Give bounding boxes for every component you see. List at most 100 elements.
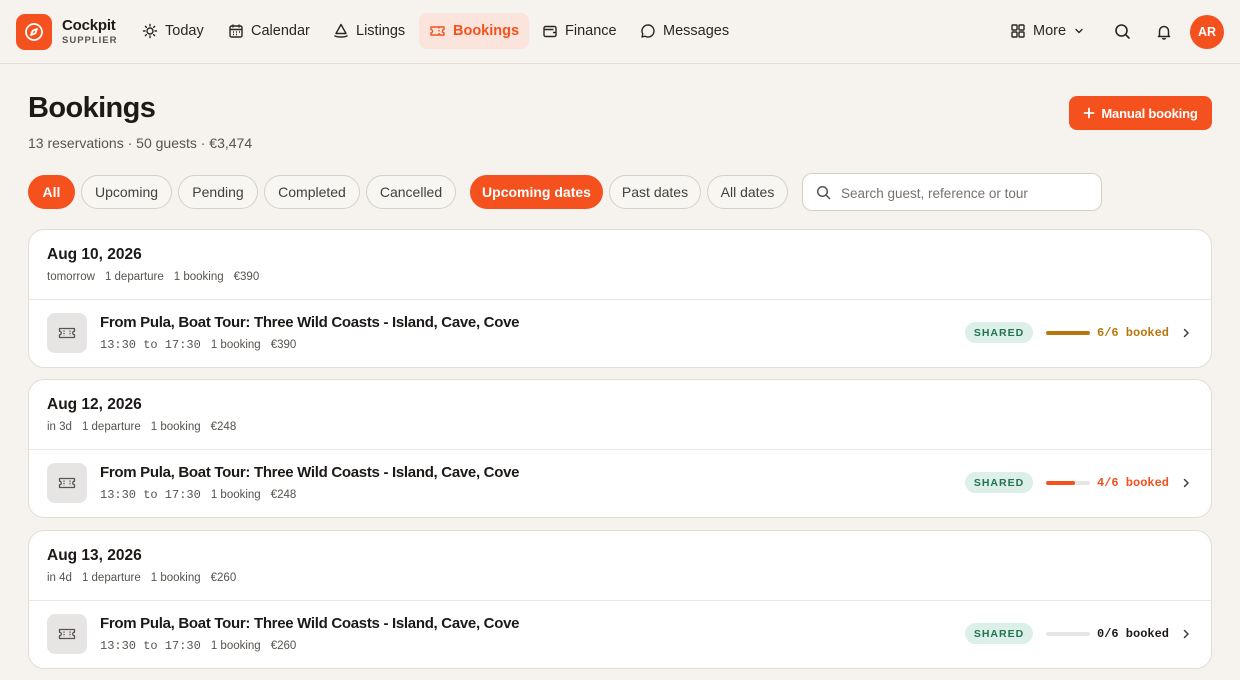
filter-dates-all[interactable]: All dates [707,175,788,209]
sailboat-icon [334,23,348,38]
group-total: €390 [233,271,260,283]
group-departures: 1 departure [81,572,141,584]
ticket-icon [430,26,445,36]
brand-subtitle: SUPPLIER [62,35,118,46]
nav-item-label: Bookings [453,23,520,39]
nav-item-calendar[interactable]: Calendar [218,13,320,49]
filter-status-all[interactable]: All [28,175,75,209]
search-field [802,173,1102,211]
nav-item-bookings[interactable]: Bookings [419,13,530,49]
page-title: Bookings [28,92,156,124]
brand-name: Cockpit [62,17,116,34]
filter-status-upcoming[interactable]: Upcoming [81,175,172,209]
compass-logo-icon[interactable] [16,14,52,50]
booked-count: 6/6 booked [1097,326,1170,340]
departure-row[interactable]: From Pula, Boat Tour: Three Wild Coasts … [29,601,1211,667]
nav-item-label: Calendar [251,23,310,39]
capacity-bar-fill [1046,331,1090,335]
bookings-summary: 13 reservations · 50 guests · €3,474 [28,135,253,151]
departure-row[interactable]: From Pula, Boat Tour: Three Wild Coasts … [29,450,1211,516]
group-date: Aug 12, 2026 [47,396,142,413]
group-date: Aug 10, 2026 [47,246,142,263]
ticket-icon [47,614,87,654]
chevron-right-icon[interactable] [1178,475,1194,491]
group-departures: 1 departure [104,271,164,283]
shared-badge: SHARED [965,472,1033,493]
grid-icon [1011,24,1025,38]
nav-item-today[interactable]: Today [132,13,214,49]
nav-item-finance[interactable]: Finance [532,13,627,49]
capacity-bar [1046,331,1090,335]
tour-time: 13:30 to 17:30 [100,338,201,352]
filter-status-cancelled[interactable]: Cancelled [366,175,456,209]
tour-amount: €248 [270,489,297,501]
capacity-bar-fill [1046,481,1076,485]
tour-meta: 13:30 to 17:30 1 booking €260 [100,639,296,653]
search-icon[interactable] [1111,20,1133,42]
group-meta: in 4d 1 departure 1 booking €260 [47,572,236,584]
group-relative: in 3d [47,421,72,433]
avatar[interactable]: AR [1190,15,1224,49]
group-total: €260 [210,572,237,584]
chevron-right-icon[interactable] [1178,626,1194,642]
tour-title: From Pula, Boat Tour: Three Wild Coasts … [100,314,520,331]
tour-bookings: 1 booking [210,339,261,351]
tour-title: From Pula, Boat Tour: Three Wild Coasts … [100,464,520,481]
group-total: €248 [210,421,237,433]
search-input[interactable] [841,182,1091,204]
filter-status-pending[interactable]: Pending [178,175,258,209]
sun-icon [142,23,158,39]
nav-item-label: Messages [663,23,730,39]
filter-dates-past[interactable]: Past dates [609,175,701,209]
search-icon [816,185,831,200]
date-group: Aug 10, 2026 tomorrow 1 departure 1 book… [28,229,1212,368]
tour-title: From Pula, Boat Tour: Three Wild Coasts … [100,615,520,632]
date-group-header: Aug 13, 2026 in 4d 1 departure 1 booking… [29,531,1211,601]
group-meta: tomorrow 1 departure 1 booking €390 [47,271,259,283]
date-group-header: Aug 12, 2026 in 3d 1 departure 1 booking… [29,380,1211,450]
tour-time: 13:30 to 17:30 [100,639,201,653]
group-bookings: 1 booking [150,421,201,433]
chevron-down-icon [1075,28,1083,34]
more-menu-button[interactable]: More [1000,13,1095,49]
booked-count: 4/6 booked [1097,476,1170,490]
nav-item-label: Today [165,23,204,39]
group-meta: in 3d 1 departure 1 booking €248 [47,421,236,433]
capacity-bar [1046,632,1090,636]
group-bookings: 1 booking [173,271,224,283]
filter-dates-upcoming[interactable]: Upcoming dates [470,175,603,209]
filter-status-completed[interactable]: Completed [264,175,360,209]
date-group-header: Aug 10, 2026 tomorrow 1 departure 1 book… [29,230,1211,300]
date-group: Aug 13, 2026 in 4d 1 departure 1 booking… [28,530,1212,669]
manual-booking-button[interactable]: Manual booking [1069,96,1212,130]
nav-item-listings[interactable]: Listings [323,13,415,49]
group-relative: in 4d [47,572,72,584]
capacity-bar [1046,481,1090,485]
group-date: Aug 13, 2026 [47,547,142,564]
nav-item-label: Finance [565,23,617,39]
bell-icon[interactable] [1153,20,1175,42]
nav-item-messages[interactable]: Messages [630,13,739,49]
plus-icon [1084,107,1095,119]
wallet-icon [543,25,557,38]
shared-badge: SHARED [965,623,1033,644]
ticket-icon [47,463,87,503]
tour-bookings: 1 booking [210,489,261,501]
tour-bookings: 1 booking [210,640,261,652]
tour-meta: 13:30 to 17:30 1 booking €248 [100,488,296,502]
tour-amount: €260 [270,640,297,652]
top-navigation: Cockpit SUPPLIER Today Calendar Listings… [0,0,1240,64]
manual-booking-label: Manual booking [1101,105,1198,121]
calendar-icon [229,24,243,38]
tour-time: 13:30 to 17:30 [100,488,201,502]
group-departures: 1 departure [81,421,141,433]
shared-badge: SHARED [965,322,1033,343]
date-group: Aug 12, 2026 in 3d 1 departure 1 booking… [28,379,1212,518]
tour-amount: €390 [270,339,297,351]
nav-item-label: Listings [356,23,406,39]
more-menu-label: More [1033,23,1067,39]
departure-row[interactable]: From Pula, Boat Tour: Three Wild Coasts … [29,300,1211,366]
chat-bubble-icon [641,24,655,38]
group-bookings: 1 booking [150,572,201,584]
chevron-right-icon[interactable] [1178,325,1194,341]
